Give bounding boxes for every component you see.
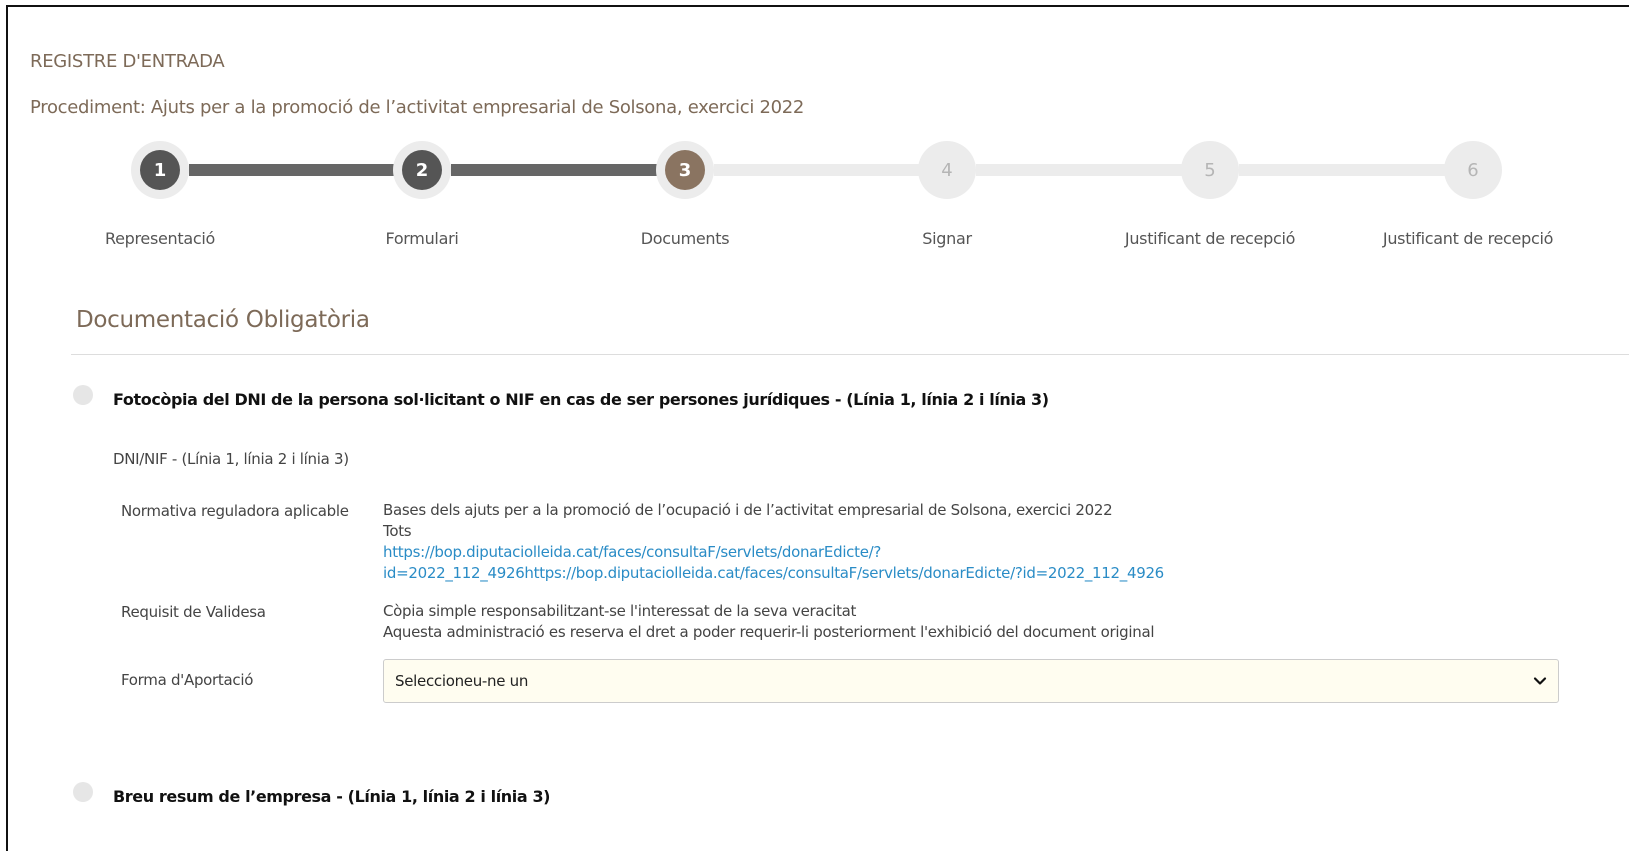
step-connector <box>714 164 924 176</box>
step-connector <box>1239 164 1449 176</box>
requisit-label: Requisit de Validesa <box>121 603 266 621</box>
requisit-text: Còpia simple responsabilitzant-se l'inte… <box>383 602 857 620</box>
progress-stepper: 1 2 3 4 5 6 Representació Formulari Docu… <box>8 137 1629 257</box>
step-4: 4 <box>918 141 976 199</box>
step-label: Documents <box>640 229 730 248</box>
step-number: 5 <box>1190 150 1230 190</box>
step-label: Representació <box>105 229 215 248</box>
step-6: 6 <box>1444 141 1502 199</box>
step-connector <box>189 164 399 176</box>
requisit-text: Aquesta administració es reserva el dret… <box>383 623 1155 641</box>
normativa-link[interactable]: https://bop.diputaciolleida.cat/faces/co… <box>383 542 1164 563</box>
step-number: 1 <box>140 150 180 190</box>
step-label: Justificant de recepció <box>1124 229 1296 248</box>
step-label: Formulari <box>385 229 459 248</box>
forma-label: Forma d'Aportació <box>121 671 254 689</box>
step-number: 4 <box>927 150 967 190</box>
document-title: Breu resum de l’empresa - (Línia 1, líni… <box>113 787 551 806</box>
section-title: Documentació Obligatòria <box>76 307 370 333</box>
step-1[interactable]: 1 <box>131 141 189 199</box>
step-label: Justificant de recepció <box>1382 229 1554 248</box>
document-subtitle: DNI/NIF - (Línia 1, línia 2 i línia 3) <box>113 450 349 468</box>
step-label: Signar <box>922 229 972 248</box>
document-status-bullet <box>73 385 93 405</box>
step-number: 3 <box>665 150 705 190</box>
step-5: 5 <box>1181 141 1239 199</box>
step-number: 2 <box>402 150 442 190</box>
select-value: Seleccioneu-ne un <box>395 672 529 690</box>
step-number: 6 <box>1453 150 1493 190</box>
document-title: Fotocòpia del DNI de la persona sol·lici… <box>113 390 1049 409</box>
chevron-down-icon <box>1533 674 1547 688</box>
normativa-text: Bases dels ajuts per a la promoció de l’… <box>383 501 1113 519</box>
normativa-text: Tots <box>383 522 412 540</box>
step-3[interactable]: 3 <box>656 141 714 199</box>
step-connector <box>451 164 661 176</box>
main-frame: REGISTRE D'ENTRADA Procediment: Ajuts pe… <box>6 5 1629 851</box>
step-2[interactable]: 2 <box>393 141 451 199</box>
requisit-value: Còpia simple responsabilitzant-se l'inte… <box>383 601 1155 643</box>
procedure-title: Procediment: Ajuts per a la promoció de … <box>30 97 805 118</box>
normativa-value: Bases dels ajuts per a la promoció de l’… <box>383 500 1164 584</box>
normativa-label: Normativa reguladora aplicable <box>121 502 349 520</box>
normativa-link[interactable]: id=2022_112_4926https://bop.diputaciolle… <box>383 563 1164 584</box>
step-connector <box>976 164 1186 176</box>
page-title: REGISTRE D'ENTRADA <box>30 51 225 72</box>
forma-aportacio-select[interactable]: Seleccioneu-ne un <box>383 659 1559 703</box>
section-divider <box>71 354 1629 355</box>
document-status-bullet <box>73 782 93 802</box>
